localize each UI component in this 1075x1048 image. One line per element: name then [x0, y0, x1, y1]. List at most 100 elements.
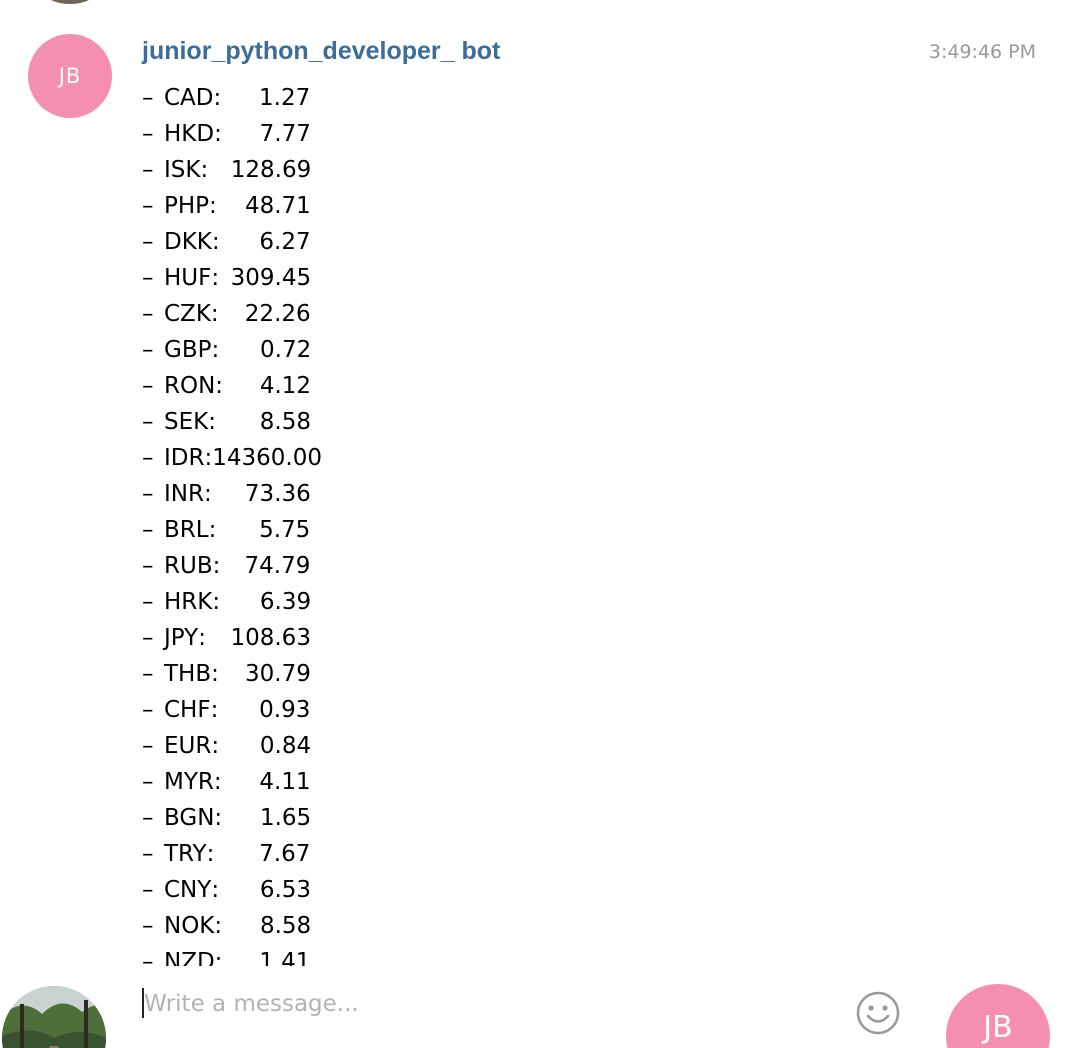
rate-bullet: –	[142, 301, 154, 327]
currency-rate: 108.63	[230, 625, 311, 651]
rate-bullet: –	[142, 625, 154, 651]
rate-row: – INR: 73.36	[142, 476, 311, 512]
sender-avatar[interactable]: JB	[28, 34, 112, 118]
rate-separator: :	[214, 949, 223, 966]
rate-bullet: –	[142, 841, 154, 867]
previous-message-avatar	[42, 0, 98, 4]
composer-bar: JB	[0, 966, 1075, 1048]
rate-bullet: –	[142, 157, 154, 183]
rate-separator: :	[203, 481, 212, 507]
rate-bullet: –	[142, 769, 154, 795]
rate-separator: :	[211, 733, 220, 759]
rate-separator: :	[211, 877, 220, 903]
rate-row: – NZD: 1.41	[142, 944, 311, 966]
currency-code: NOK	[164, 913, 215, 939]
rate-separator: :	[210, 301, 219, 327]
rate-row: – GBP: 0.72	[142, 332, 311, 368]
message-input[interactable]	[144, 986, 824, 1022]
rate-separator: :	[214, 805, 223, 831]
rate-row: – ISK:128.69	[142, 152, 311, 188]
rate-row: – NOK: 8.58	[142, 908, 311, 944]
currency-rate: 1.27	[259, 85, 311, 111]
currency-rate: 0.93	[259, 697, 311, 723]
rate-separator: :	[213, 85, 222, 111]
rate-separator: :	[214, 913, 223, 939]
currency-rate: 14360.00	[212, 445, 322, 471]
currency-rate: 6.39	[259, 589, 312, 615]
rate-row: – DKK: 6.27	[142, 224, 311, 260]
currency-code: DKK	[164, 229, 212, 255]
currency-rate: 0.72	[260, 337, 312, 363]
currency-rate: 73.36	[244, 481, 311, 507]
rates-list: – CAD:1.27– HKD:7.77– ISK:128.69– PHP:48.71–…	[142, 80, 322, 966]
rate-row: – EUR: 0.84	[142, 728, 311, 764]
currency-code: RON	[164, 373, 216, 399]
rate-row: – HRK: 6.39	[142, 584, 311, 620]
message-timestamp: 3:49:46 PM	[928, 41, 1036, 63]
currency-code: JPY	[164, 625, 199, 651]
rate-bullet: –	[142, 733, 154, 759]
message-history[interactable]: JB junior_python_developer_ bot 3:49:46 …	[0, 0, 1075, 966]
rate-separator: :	[215, 373, 224, 399]
rate-separator: :	[204, 445, 213, 471]
currency-code: ISK	[164, 157, 201, 183]
rate-row: – RUB:74.79	[142, 548, 311, 584]
currency-code: THB	[164, 661, 212, 687]
rate-separator: :	[198, 625, 206, 651]
currency-rate: 74.79	[244, 553, 311, 579]
currency-rate: 8.58	[259, 913, 312, 939]
rate-bullet: –	[142, 661, 154, 687]
currency-code: TRY	[164, 841, 207, 867]
rate-row: – CAD: 1.27	[142, 80, 311, 116]
rate-bullet: –	[142, 121, 154, 147]
user-avatar[interactable]	[2, 986, 106, 1048]
rate-separator: :	[211, 337, 220, 363]
currency-code: CHF	[164, 697, 211, 723]
rate-row: – RON: 4.12	[142, 368, 311, 404]
emoji-button[interactable]	[855, 990, 901, 1036]
bot-avatar-button[interactable]: JB	[946, 984, 1050, 1048]
currency-rate: 8.58	[259, 409, 311, 435]
rate-bullet: –	[142, 229, 154, 255]
rate-separator: :	[214, 121, 222, 147]
rate-bullet: –	[142, 373, 154, 399]
rate-row: – PHP: 48.71	[142, 188, 311, 224]
currency-code: IDR	[164, 445, 205, 471]
rate-row: – CNY: 6.53	[142, 872, 311, 908]
rate-bullet: –	[142, 553, 154, 579]
currency-code: MYR	[164, 769, 214, 795]
currency-rate: 6.27	[259, 229, 311, 255]
currency-code: BGN	[164, 805, 215, 831]
currency-code: HKD	[164, 121, 215, 147]
rate-bullet: –	[142, 265, 154, 291]
rate-separator: :	[212, 553, 221, 579]
currency-code: CZK	[164, 301, 211, 327]
rate-row: – IDR:14360.00	[142, 440, 322, 476]
rate-separator: :	[213, 769, 222, 795]
rate-separator: :	[212, 589, 221, 615]
rate-row: – CZK:22.26	[142, 296, 311, 332]
currency-rate: 0.84	[259, 733, 312, 759]
currency-code: BRL	[164, 517, 209, 543]
currency-rate: 22.26	[244, 301, 311, 327]
currency-code: CNY	[164, 877, 212, 903]
user-avatar-photo	[2, 986, 106, 1048]
rate-separator: :	[210, 697, 219, 723]
currency-rate: 309.45	[230, 265, 312, 291]
currency-rate: 1.41	[259, 949, 311, 966]
sender-name[interactable]: junior_python_developer_ bot	[142, 37, 500, 66]
currency-rate: 30.79	[245, 661, 311, 687]
rate-bullet: –	[142, 409, 154, 435]
currency-code: EUR	[164, 733, 212, 759]
rate-row: – SEK: 8.58	[142, 404, 311, 440]
sender-avatar-initials: JB	[58, 64, 82, 88]
rate-separator: :	[206, 841, 215, 867]
rate-separator: :	[211, 265, 220, 291]
currency-rate: 7.67	[259, 841, 311, 867]
rate-row: – BRL: 5.75	[142, 512, 311, 548]
rate-separator: :	[208, 409, 216, 435]
currency-rate: 128.69	[230, 157, 312, 183]
chat-window: JB junior_python_developer_ bot 3:49:46 …	[0, 0, 1075, 1048]
currency-rate: 4.12	[259, 373, 312, 399]
currency-code: RUB	[164, 553, 213, 579]
